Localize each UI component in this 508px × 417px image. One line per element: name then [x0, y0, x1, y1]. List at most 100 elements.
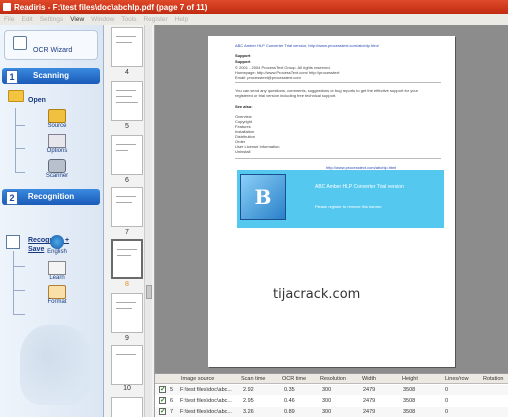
menu-tools[interactable]: Tools [121, 16, 136, 23]
thumbnail-label: 5 [125, 123, 129, 130]
row-checkbox[interactable]: ✓ [159, 408, 166, 415]
trial-banner[interactable]: B ABC Amber HLP Converter Trial version … [237, 170, 444, 228]
watermark-text: tijacrack.com [273, 287, 361, 302]
open-folder-icon[interactable] [8, 90, 24, 102]
thumbnail-label: 7 [125, 229, 129, 236]
options-icon [48, 134, 66, 148]
row-checkbox[interactable]: ✓ [159, 397, 166, 404]
row-width: 2479 [363, 409, 376, 415]
see-also-label: See also: [235, 104, 253, 109]
thumbnail-label: 4 [125, 69, 129, 76]
email-line: Email: processtext@processtext.com [235, 75, 301, 80]
language-tool[interactable]: English [40, 235, 74, 255]
thumbnail-scrollbar[interactable] [144, 25, 152, 417]
thumbnail-label-selected: 8 [125, 281, 129, 288]
format-icon [48, 285, 66, 299]
support-subtitle: Support [235, 59, 251, 64]
format-tool[interactable]: Format [40, 285, 74, 305]
col-resolution[interactable]: Resolution [320, 376, 346, 382]
menu-view[interactable]: View [70, 16, 84, 23]
menu-file[interactable]: File [4, 16, 14, 23]
support-title: Support [235, 53, 251, 58]
recognition-step-number: 2 [6, 191, 18, 205]
row-source: F:\test files\doc\abc... [180, 409, 232, 415]
col-lines-row[interactable]: Lines/row [445, 376, 469, 382]
readiris-logo-watermark [20, 325, 90, 405]
col-scan-time[interactable]: Scan time [241, 376, 265, 382]
menu-edit[interactable]: Edit [21, 16, 32, 23]
options-tool[interactable]: Options [40, 134, 74, 154]
banner-title: ABC Amber HLP Converter Trial version [315, 184, 404, 190]
scrollbar-thumb[interactable] [146, 285, 152, 299]
row-width: 2479 [363, 398, 376, 404]
page-header: ABC Amber HLP Converter Trial version, h… [235, 43, 379, 48]
menu-window[interactable]: Window [91, 16, 114, 23]
page-thumbnail[interactable] [111, 345, 143, 385]
page-thumbnail[interactable] [111, 397, 143, 417]
scanner-icon [48, 159, 66, 173]
row-lines: 0 [445, 409, 449, 415]
app-icon [3, 3, 11, 11]
page-thumbnail[interactable] [111, 135, 143, 175]
col-width[interactable]: Width [362, 376, 376, 382]
row-resolution: 300 [322, 398, 332, 404]
abc-logo: B [240, 174, 286, 220]
link-uninstall[interactable]: Uninstall [235, 149, 250, 154]
row-height: 3508 [403, 409, 416, 415]
page-thumbnail-selected[interactable] [111, 239, 143, 279]
thumbnail-label: 10 [123, 385, 131, 392]
page-thumbnail[interactable] [111, 293, 143, 333]
row-lines: 0 [445, 398, 449, 404]
menu-register[interactable]: Register [143, 16, 167, 23]
table-row[interactable]: ✓ 5 F:\test files\doc\abc... 2.92 0.35 3… [155, 385, 508, 395]
row-scan-time: 3.26 [243, 409, 254, 415]
row-height: 3508 [403, 398, 416, 404]
source-tool[interactable]: Source [40, 109, 74, 129]
col-image-source[interactable]: Image source [181, 376, 214, 382]
table-row[interactable]: ✓ 7 F:\test files\doc\abc... 3.26 0.89 3… [155, 407, 508, 417]
thumbnail-label: 6 [125, 177, 129, 184]
wizard-icon [13, 36, 27, 50]
row-num: 7 [170, 409, 174, 415]
learn-icon [48, 261, 66, 275]
window-title: Readiris - F:\test files\doc\abchlp.pdf … [14, 2, 208, 12]
format-label: Format [47, 299, 67, 305]
page-thumbnail[interactable] [111, 81, 143, 121]
col-ocr-time[interactable]: OCR time [282, 376, 306, 382]
col-rotation[interactable]: Rotation [483, 376, 504, 382]
menu-settings[interactable]: Settings [40, 16, 64, 23]
row-checkbox[interactable]: ✓ [159, 386, 166, 393]
ocr-wizard-label: OCR Wizard [33, 47, 73, 54]
menu-bar: File Edit Settings View Window Tools Reg… [0, 14, 508, 25]
globe-icon [50, 235, 64, 249]
learn-tool[interactable]: Learn [40, 261, 74, 281]
row-height: 3508 [403, 387, 416, 393]
document-viewer: ABC Amber HLP Converter Trial version, h… [155, 25, 508, 373]
table-header: Image source Scan time OCR time Resoluti… [155, 374, 508, 384]
row-num: 5 [170, 387, 174, 393]
english-label: English [47, 249, 67, 255]
support-body: You can send any questions, comments, su… [235, 88, 418, 98]
learn-label: Learn [49, 275, 65, 281]
banner-url[interactable]: http://www.processtext.com/abchlp.html [326, 165, 396, 170]
thumbnail-label: 9 [125, 335, 129, 342]
row-source: F:\test files\doc\abc... [180, 398, 232, 404]
col-height[interactable]: Height [402, 376, 418, 382]
row-ocr-time: 0.46 [284, 398, 295, 404]
page-thumbnail[interactable] [111, 27, 143, 67]
table-row[interactable]: ✓ 6 F:\test files\doc\abc... 2.95 0.46 3… [155, 396, 508, 406]
source-label: Source [47, 123, 67, 129]
open-link[interactable]: Open [28, 97, 46, 104]
row-scan-time: 2.92 [243, 387, 254, 393]
menu-help[interactable]: Help [175, 16, 188, 23]
banner-subtitle: Please register to remove this banner. [315, 204, 383, 209]
recognition-title: Recognition [27, 192, 75, 201]
row-width: 2479 [363, 387, 376, 393]
row-lines: 0 [445, 387, 449, 393]
ocr-wizard-button[interactable]: OCR Wizard [4, 30, 98, 60]
scanner-tool[interactable]: Scanner [40, 159, 74, 179]
scanning-title: Scanning [32, 71, 69, 80]
page-thumbnail[interactable] [111, 187, 143, 227]
document-page: ABC Amber HLP Converter Trial version, h… [208, 36, 455, 367]
scanning-step-number: 1 [6, 70, 18, 84]
